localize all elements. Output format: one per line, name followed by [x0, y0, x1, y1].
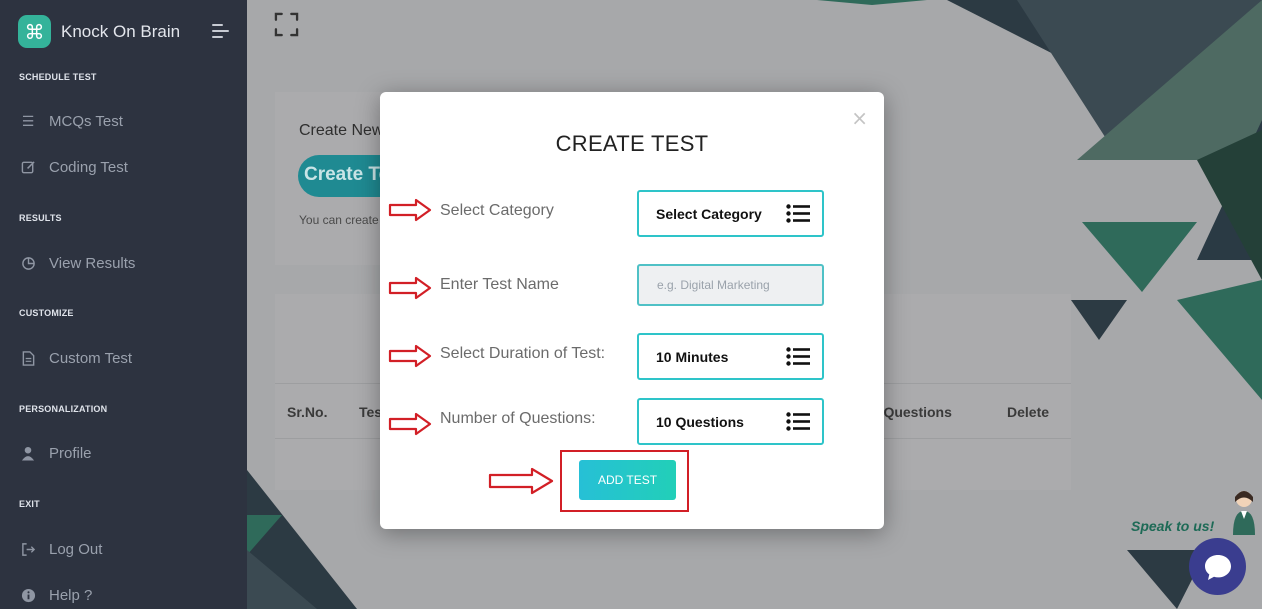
section-personalization: PERSONALIZATION	[19, 404, 108, 414]
duration-label: Select Duration of Test:	[440, 345, 606, 362]
chat-button[interactable]	[1189, 538, 1246, 595]
section-results: RESULTS	[19, 213, 62, 223]
modal-title: CREATE TEST	[555, 131, 709, 156]
annotation-arrow-icon	[388, 344, 432, 368]
sidebar-item-label: Custom Test	[49, 350, 133, 367]
annotation-arrow-icon	[388, 276, 432, 300]
category-label: Select Category	[440, 202, 554, 219]
support-agent-icon	[1233, 491, 1255, 535]
card-title: Create New	[299, 122, 384, 139]
sidebar-item-label: Log Out	[49, 541, 103, 558]
user-icon	[20, 446, 36, 462]
brand-name: Knock On Brain	[61, 21, 181, 41]
list-icon: ☰	[21, 113, 35, 130]
section-exit: EXIT	[19, 499, 40, 509]
sidebar-item-label: Help ?	[49, 587, 93, 604]
list-icon	[786, 204, 810, 223]
command-logo-icon: ⌘	[18, 15, 51, 48]
annotation-arrow-icon	[388, 412, 432, 436]
sidebar-item-label: View Results	[49, 255, 136, 272]
questions-select[interactable]: 10 Questions	[637, 398, 824, 445]
table-header-delete: Delete	[1007, 404, 1050, 420]
sidebar-item-label: MCQs Test	[49, 113, 123, 130]
list-icon	[786, 412, 810, 431]
questions-label: Number of Questions:	[440, 410, 596, 427]
brand[interactable]: ⌘ Knock On Brain	[18, 15, 180, 48]
section-schedule-test: SCHEDULE TEST	[19, 72, 97, 82]
document-icon	[20, 351, 36, 367]
create-test-modal: × CREATE TEST Select Category Select Cat…	[380, 92, 884, 529]
fullscreen-icon[interactable]	[274, 12, 299, 37]
sidebar-item-help[interactable]: Help ?	[20, 587, 92, 604]
card-note: You can create	[299, 213, 379, 227]
menu-toggle-icon[interactable]	[212, 24, 229, 42]
sidebar-item-mcqs-test[interactable]: ☰ MCQs Test	[20, 113, 123, 130]
sidebar-item-label: Profile	[49, 445, 92, 462]
annotation-arrow-icon	[488, 467, 554, 495]
sidebar-item-profile[interactable]: Profile	[20, 445, 92, 462]
pie-chart-icon	[20, 256, 36, 272]
category-select-value: Select Category	[656, 206, 762, 222]
sidebar-item-view-results[interactable]: View Results	[20, 255, 135, 272]
test-name-label: Enter Test Name	[440, 276, 559, 293]
section-customize: CUSTOMIZE	[19, 308, 74, 318]
sidebar-item-log-out[interactable]: Log Out	[20, 541, 102, 558]
sidebar-item-label: Coding Test	[49, 159, 128, 176]
info-icon	[20, 588, 36, 604]
add-test-button[interactable]: ADD TEST	[579, 460, 676, 500]
duration-select-value: 10 Minutes	[656, 349, 729, 365]
sidebar-item-custom-test[interactable]: Custom Test	[20, 350, 132, 367]
table-header-srno: Sr.No.	[287, 404, 328, 420]
test-name-input[interactable]	[637, 264, 824, 306]
chat-bubble-icon	[1204, 554, 1231, 580]
category-select[interactable]: Select Category	[637, 190, 824, 237]
speak-to-us-label[interactable]: Speak to us!	[1131, 518, 1214, 534]
duration-select[interactable]: 10 Minutes	[637, 333, 824, 380]
sidebar-item-coding-test[interactable]: Coding Test	[20, 159, 128, 176]
annotation-arrow-icon	[388, 198, 432, 222]
list-icon	[786, 347, 810, 366]
edit-icon	[20, 160, 36, 176]
questions-select-value: 10 Questions	[656, 414, 744, 430]
sidebar: ⌘ Knock On Brain SCHEDULE TEST ☰ MCQs Te…	[0, 0, 247, 609]
logout-icon	[20, 542, 36, 558]
close-icon[interactable]: ×	[851, 106, 868, 130]
